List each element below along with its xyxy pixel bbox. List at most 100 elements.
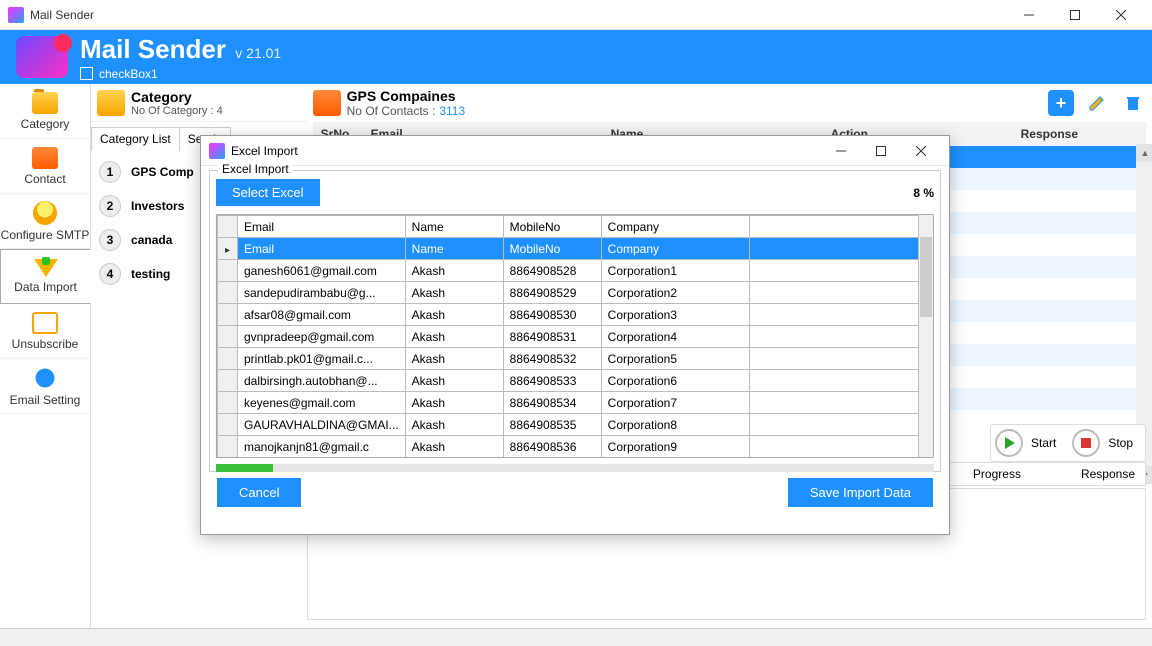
maximize-button[interactable]	[1052, 1, 1098, 29]
progress-fill	[216, 464, 273, 472]
nav-category[interactable]: Category	[0, 84, 90, 139]
scroll-up-button[interactable]: ▲	[1136, 144, 1152, 162]
table-row[interactable]: manojkanjn81@gmail.cAkash8864908536Corpo…	[218, 436, 919, 458]
save-import-button[interactable]: Save Import Data	[788, 478, 933, 507]
table-row[interactable]: printlab.pk01@gmail.c...Akash8864908532C…	[218, 348, 919, 370]
cell-empty	[749, 392, 918, 414]
category-title: Category	[131, 89, 223, 105]
grid-scrollbar[interactable]	[919, 215, 933, 457]
import-progress-bar	[216, 464, 934, 472]
version-label: v 21.01	[235, 45, 281, 61]
nav-contact[interactable]: Contact	[0, 139, 90, 194]
edit-button[interactable]	[1084, 90, 1110, 116]
excel-import-dialog: Excel Import Excel Import Select Excel 8…	[200, 135, 950, 535]
cell-company: Corporation9	[601, 436, 749, 458]
stop-button-icon[interactable]	[1072, 429, 1100, 457]
tab-category-list[interactable]: Category List	[91, 127, 180, 151]
cell-empty	[749, 414, 918, 436]
category-label: Investors	[131, 199, 184, 213]
progress-col: Progress	[973, 467, 1021, 481]
scrollbar-thumb[interactable]	[920, 237, 932, 317]
cell-email: gvnpradeep@gmail.com	[238, 326, 406, 348]
row-header-col	[218, 216, 238, 238]
cell-name: Akash	[405, 282, 503, 304]
row-header	[218, 348, 238, 370]
row-header	[218, 392, 238, 414]
cell-mobile: 8864908532	[503, 348, 601, 370]
row-header	[218, 238, 238, 260]
row-header	[218, 282, 238, 304]
table-row[interactable]: dalbirsingh.autobhan@...Akash8864908533C…	[218, 370, 919, 392]
dialog-close-button[interactable]	[901, 138, 941, 164]
cell-name: Akash	[405, 436, 503, 458]
table-row[interactable]: ganesh6061@gmail.comAkash8864908528Corpo…	[218, 260, 919, 282]
nav-configure-smtp[interactable]: Configure SMTP	[0, 194, 90, 249]
cell-mobile: 8864908530	[503, 304, 601, 326]
cell-mobile: 8864908536	[503, 436, 601, 458]
add-button[interactable]: +	[1048, 90, 1074, 116]
grid-col-company[interactable]: Company	[601, 216, 749, 238]
table-row[interactable]: GAURAVHALDINA@GMAI...Akash8864908535Corp…	[218, 414, 919, 436]
row-header	[218, 414, 238, 436]
cell-empty	[749, 348, 918, 370]
table-row[interactable]: keyenes@gmail.comAkash8864908534Corporat…	[218, 392, 919, 414]
select-excel-button[interactable]: Select Excel	[216, 179, 320, 206]
cell-empty	[749, 436, 918, 458]
category-header-icon	[97, 90, 125, 116]
cell-email: afsar08@gmail.com	[238, 304, 406, 326]
cell-email: manojkanjn81@gmail.c	[238, 436, 406, 458]
table-row[interactable]: gvnpradeep@gmail.comAkash8864908531Corpo…	[218, 326, 919, 348]
category-number: 2	[99, 195, 121, 217]
nav-unsubscribe[interactable]: Unsubscribe	[0, 304, 90, 359]
cell-company: Corporation2	[601, 282, 749, 304]
cell-company: Corporation1	[601, 260, 749, 282]
cell-mobile: 8864908533	[503, 370, 601, 392]
nav-data-import[interactable]: Data Import	[0, 249, 91, 304]
grid-col-empty	[749, 216, 918, 238]
grid-col-name[interactable]: Name	[405, 216, 503, 238]
grid-col-email[interactable]: Email	[238, 216, 406, 238]
header-checkbox[interactable]	[80, 67, 93, 80]
cell-name: Akash	[405, 326, 503, 348]
cancel-button[interactable]: Cancel	[217, 478, 301, 507]
cell-mobile: 8864908528	[503, 260, 601, 282]
close-button[interactable]	[1098, 1, 1144, 29]
dialog-maximize-button[interactable]	[861, 138, 901, 164]
cell-name: Name	[405, 238, 503, 260]
import-icon	[34, 259, 58, 277]
window-titlebar: Mail Sender	[0, 0, 1152, 30]
minimize-button[interactable]	[1006, 1, 1052, 29]
dialog-title: Excel Import	[231, 144, 298, 158]
cell-email: sandepudirambabu@g...	[238, 282, 406, 304]
import-grid: Email Name MobileNo Company EmailNameMob…	[216, 214, 934, 458]
table-row[interactable]: sandepudirambabu@g...Akash8864908529Corp…	[218, 282, 919, 304]
row-header	[218, 304, 238, 326]
contact-icon	[32, 147, 58, 169]
nav-label: Data Import	[14, 280, 77, 294]
cell-empty	[749, 260, 918, 282]
table-row[interactable]: afsar08@gmail.comAkash8864908530Corporat…	[218, 304, 919, 326]
category-number: 3	[99, 229, 121, 251]
col-response: Response	[1021, 127, 1078, 141]
cell-company: Corporation8	[601, 414, 749, 436]
dialog-icon	[209, 143, 225, 159]
cell-mobile: 8864908534	[503, 392, 601, 414]
cell-name: Akash	[405, 348, 503, 370]
table-row[interactable]: EmailNameMobileNoCompany	[218, 238, 919, 260]
start-button-icon[interactable]	[995, 429, 1023, 457]
delete-button[interactable]	[1120, 90, 1146, 116]
cell-company: Corporation7	[601, 392, 749, 414]
contacts-header-icon	[313, 90, 341, 116]
nav-email-setting[interactable]: Email Setting	[0, 359, 90, 414]
row-header	[218, 370, 238, 392]
group-legend: Excel Import	[218, 162, 293, 176]
cell-email: keyenes@gmail.com	[238, 392, 406, 414]
cell-empty	[749, 370, 918, 392]
dialog-minimize-button[interactable]	[821, 138, 861, 164]
grid-col-mobile[interactable]: MobileNo	[503, 216, 601, 238]
unsubscribe-icon	[32, 312, 58, 334]
cell-email: dalbirsingh.autobhan@...	[238, 370, 406, 392]
contacts-count: 3113	[439, 104, 465, 118]
import-percent: 8 %	[913, 186, 934, 200]
category-label: testing	[131, 267, 170, 281]
